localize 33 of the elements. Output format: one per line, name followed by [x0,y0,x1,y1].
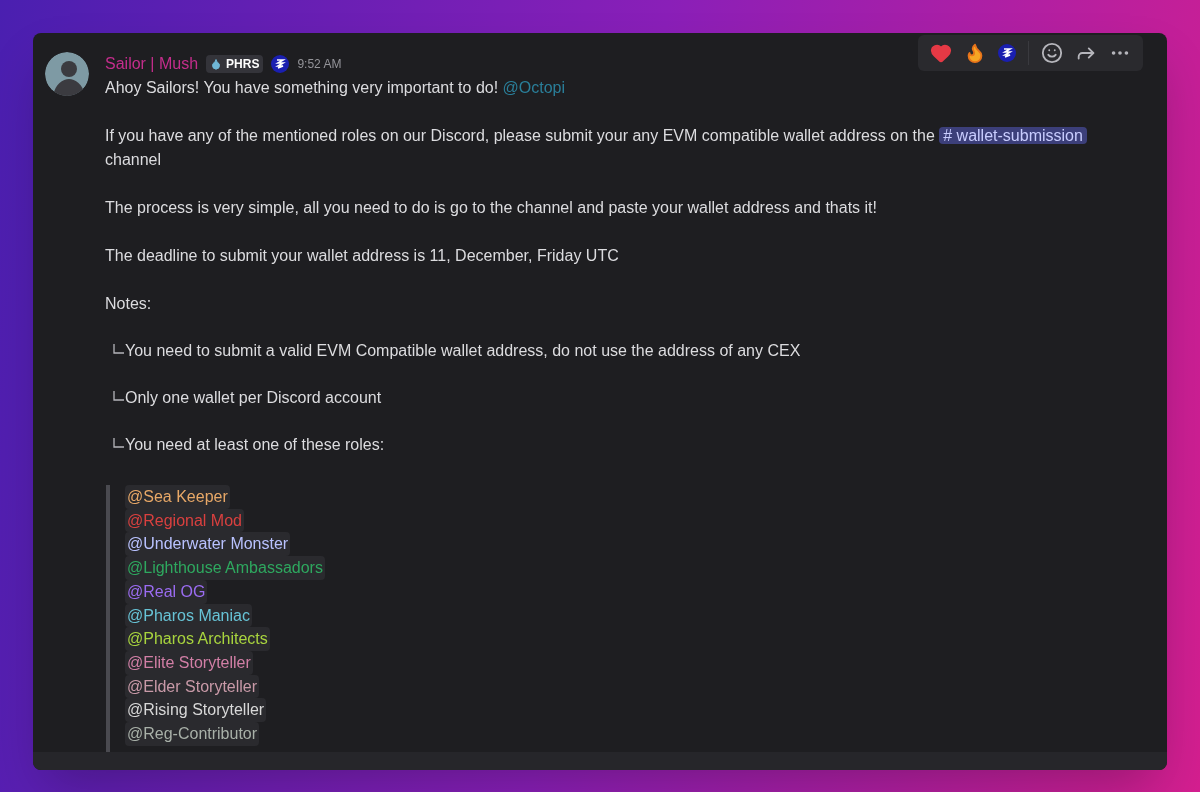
timestamp: 9:52 AM [297,56,342,73]
role-mention[interactable]: @Regional Mod [125,508,244,533]
droplet-icon [210,58,223,70]
message-text: The process is very simple, all you need to do is go to the channel and paste your wallet address and thats it! [105,198,878,218]
reply-line-icon [113,344,125,356]
role-tag: PHRS [206,55,264,73]
badge-icon [271,55,290,73]
emoji-icon[interactable] [1041,42,1063,64]
role-mention[interactable]: @Elder Storyteller [125,674,260,699]
message-text: The deadline to submit your wallet address is 11, December, Friday UTC [105,246,620,266]
bullet-text: You need at least one of these roles: [125,435,385,455]
message-text: Notes: [105,294,153,314]
channel-mention[interactable]: # wallet-submission [939,127,1087,144]
message-text: If you have any of the mentioned roles on our Discord, please submit your any EVM compatible wallet address on the # wallet-submission channel [105,124,1127,172]
heart-icon[interactable] [930,42,952,64]
message-text: Ahoy Sailors! You have something very important to do! @Octopi [105,78,567,98]
role-mention[interactable]: @Pharos Architects [125,627,270,651]
author-name[interactable]: Sailor | Mush [105,52,199,76]
role-mention[interactable]: @Sea Keeper [125,485,230,509]
role-mention[interactable]: @Rising Storyteller [125,698,267,723]
badge-icon [998,44,1016,62]
reply-line-icon [113,391,125,403]
role-mention[interactable]: @Underwater Monster [125,532,291,557]
bullet-text: Only one wallet per Discord account [125,388,382,408]
avatar[interactable] [45,52,89,96]
role-mention[interactable]: @Lighthouse Ambassadors [125,556,325,580]
role-mention[interactable]: @Elite Storyteller [125,650,253,675]
role-mention[interactable]: @Pharos Maniac [125,603,252,628]
user-mention[interactable]: @Octopi [502,79,566,96]
bullet-text: You need to submit a valid EVM Compatible wallet address, do not use the address of any CEX [125,341,801,361]
reply-line-icon [113,438,125,450]
role-mention[interactable]: @Real OG [125,579,208,604]
role-mention[interactable]: @Reg-Contributor [125,722,260,746]
